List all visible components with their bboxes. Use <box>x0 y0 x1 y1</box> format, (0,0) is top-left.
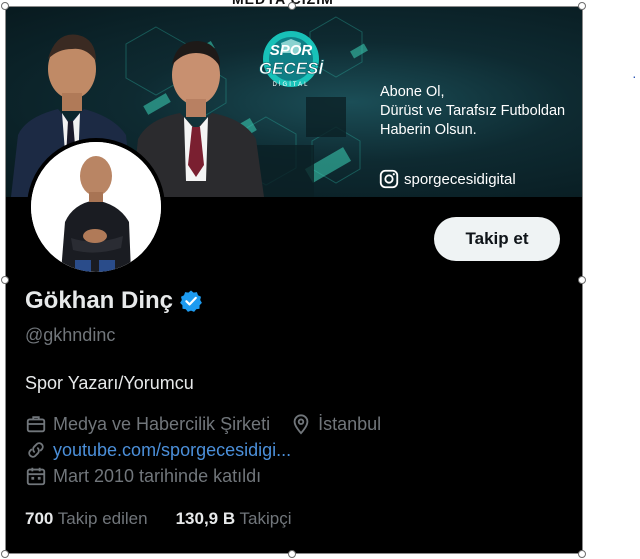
tagline-line-2: Dürüst ve Tarafsız Futboldan <box>380 103 566 119</box>
following-stat[interactable]: 700 Takip edilen <box>25 509 148 529</box>
following-label: Takip edilen <box>57 509 148 528</box>
profile-location: İstanbul <box>318 413 382 434</box>
profile-name: Gökhan Dinç <box>25 287 174 314</box>
calendar-icon <box>26 467 46 486</box>
briefcase-icon <box>26 416 46 433</box>
profile-stats: 700 Takip edilen 130,9 B Takipçi <box>25 509 292 529</box>
resize-handle-bottom-left[interactable] <box>1 550 9 558</box>
resize-handle-top-left[interactable] <box>1 2 9 10</box>
followers-stat[interactable]: 130,9 B Takipçi <box>176 509 292 529</box>
resize-handle-middle-left[interactable] <box>1 276 9 284</box>
resize-handle-top-center[interactable] <box>288 2 296 10</box>
instagram-handle: sporgecesidigital <box>404 170 516 188</box>
banner-tagline: Abone Ol, Dürüst ve Tarafsız Futboldan H… <box>380 83 565 140</box>
following-count: 700 <box>25 509 54 528</box>
resize-handle-middle-right[interactable] <box>578 276 586 284</box>
avatar-image <box>31 142 161 272</box>
logo-top-text: SPOR <box>270 42 313 59</box>
profile-avatar[interactable] <box>27 138 165 276</box>
verified-badge-icon[interactable] <box>179 289 203 313</box>
spor-gecesi-logo: SPOR GECESİ DİGİTAL <box>259 31 325 88</box>
resize-handle-bottom-center[interactable] <box>288 550 296 558</box>
profile-category: Medya ve Habercilik Şirketi <box>53 413 271 434</box>
tagline-line-1: Abone Ol, <box>380 84 445 100</box>
tagline-line-3: Haberin Olsun. <box>380 122 477 138</box>
profile-meta-website: youtube.com/sporgecesidigi... <box>25 439 291 461</box>
cropped-header-text: MEDYA ÇİZİM <box>232 0 402 4</box>
profile-website-link[interactable]: youtube.com/sporgecesidigi... <box>53 440 291 461</box>
logo-sub-text: DİGİTAL <box>273 81 310 88</box>
banner-instagram: sporgecesidigital <box>378 168 516 190</box>
resize-handle-bottom-right[interactable] <box>578 550 586 558</box>
profile-meta-joined: Mart 2010 tarihinde katıldı <box>25 465 261 487</box>
profile-name-row: Gökhan Dinç <box>25 287 203 315</box>
link-icon <box>28 442 44 458</box>
profile-bio: Spor Yazarı/Yorumcu <box>25 373 194 393</box>
followers-count: 130,9 B <box>175 509 236 528</box>
logo-main-text: GECESİ <box>259 59 325 78</box>
side-mark: · <box>632 68 637 84</box>
profile-handle: @gkhndinc <box>25 325 116 345</box>
instagram-icon <box>379 169 399 189</box>
profile-joined-date: Mart 2010 tarihinde katıldı <box>53 465 262 486</box>
followers-label: Takipçi <box>239 509 292 528</box>
follow-button[interactable]: Takip et <box>434 217 560 261</box>
location-pin-icon <box>293 414 309 435</box>
profile-card: SPOR GECESİ DİGİTAL Abone Ol, Dürüst ve … <box>5 6 583 554</box>
resize-handle-top-right[interactable] <box>578 2 586 10</box>
profile-meta-category-location: Medya ve Habercilik Şirketi İstanbul <box>25 413 381 435</box>
